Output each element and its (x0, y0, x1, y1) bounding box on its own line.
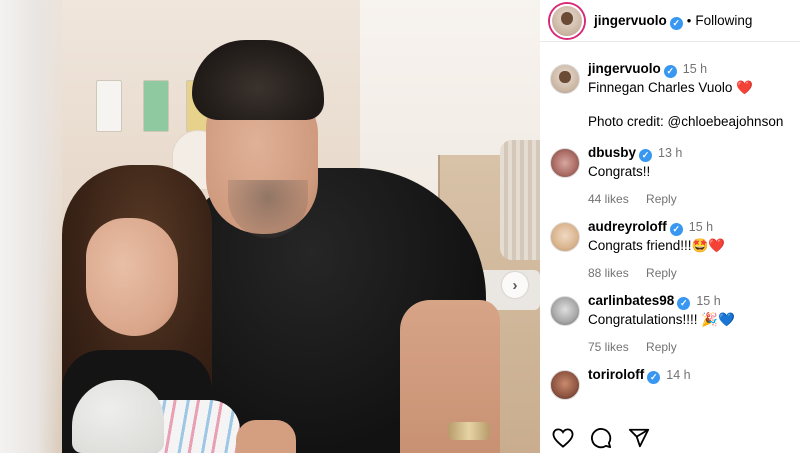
reply-button[interactable]: Reply (646, 340, 677, 354)
comment-bubble-icon[interactable] (590, 427, 612, 449)
avatar[interactable] (550, 64, 580, 94)
header-username[interactable]: jingervuolo (594, 13, 667, 28)
comment-item: toriroloff ✓ 14 h (550, 354, 790, 400)
man-hand (236, 420, 296, 453)
reply-button[interactable]: Reply (646, 192, 677, 206)
comment-username[interactable]: dbusby (588, 145, 636, 160)
comment-text-body: Congrats friend!!! (588, 238, 692, 253)
comment-text: Congrats!! (588, 164, 651, 179)
verified-badge-icon: ✓ (669, 16, 683, 30)
reply-button[interactable]: Reply (646, 266, 677, 280)
like-heart-icon[interactable] (552, 428, 574, 448)
comment-username[interactable]: audreyroloff (588, 219, 667, 234)
likes-count[interactable]: 44 likes (588, 192, 629, 206)
share-send-icon[interactable] (628, 427, 650, 449)
likes-count[interactable]: 75 likes (588, 340, 629, 354)
post-header: jingervuolo ✓ • Following (540, 0, 800, 42)
comment-item: audreyroloff ✓ 15 h Congrats friend!!!🤩❤️ … (550, 206, 790, 280)
emoji-icon: 🤩❤️ (691, 238, 726, 253)
comment-time[interactable]: 15 h (683, 62, 707, 76)
comment-username[interactable]: toriroloff (588, 367, 644, 382)
verified-badge-icon: ✓ (677, 296, 691, 310)
next-photo-button[interactable]: › (502, 272, 528, 298)
comment-username[interactable]: carlinbates98 (588, 293, 674, 308)
comment-time[interactable]: 13 h (658, 146, 682, 160)
verified-badge-icon: ✓ (663, 64, 677, 78)
comment-username[interactable]: jingervuolo (588, 61, 661, 76)
comment-text: Congrats friend!!!🤩❤️ (588, 236, 790, 256)
comment-text: Congratulations!!!! 🎉💙 (588, 310, 790, 330)
following-button[interactable]: Following (695, 13, 752, 28)
header-text: jingervuolo ✓ • Following (594, 12, 752, 30)
post-photo[interactable]: › (0, 0, 540, 453)
comment-meta: 75 likes Reply (588, 340, 790, 354)
heart-emoji-icon: ❤️ (736, 80, 753, 95)
wall-switch-green (143, 80, 169, 132)
wall-switch-white (96, 80, 122, 132)
caption-text-body: Finnegan Charles Vuolo (588, 80, 733, 95)
comment-time[interactable]: 15 h (689, 220, 713, 234)
separator-dot: • (686, 12, 692, 28)
comment-item: dbusby ✓ 13 h Congrats!! 44 likes Reply (550, 132, 790, 206)
avatar[interactable] (550, 3, 584, 38)
photo-credit: Photo credit: @chloebeajohnson (588, 114, 784, 129)
likes-count[interactable]: 88 likes (588, 266, 629, 280)
comment-meta: 88 likes Reply (588, 266, 790, 280)
avatar[interactable] (550, 296, 580, 326)
photo-edge-blur (0, 0, 62, 453)
comment-time[interactable]: 14 h (666, 368, 690, 382)
caption: jingervuolo ✓ 15 h Finnegan Charles Vuolo … (550, 42, 790, 132)
verified-badge-icon: ✓ (669, 222, 683, 236)
comments-panel: jingervuolo ✓ • Following jingervuolo ✓ 15 h … (540, 0, 800, 453)
avatar[interactable] (550, 222, 580, 252)
comment-time[interactable]: 15 h (696, 294, 720, 308)
action-bar (540, 423, 800, 453)
verified-badge-icon: ✓ (647, 370, 661, 384)
verified-badge-icon: ✓ (639, 148, 653, 162)
comment-meta: 44 likes Reply (588, 192, 790, 206)
comment-text-body: Congratulations!!!! (588, 312, 698, 327)
avatar[interactable] (550, 370, 580, 400)
comment-item: carlinbates98 ✓ 15 h Congratulations!!!! 🎉… (550, 280, 790, 354)
woman-face (86, 218, 178, 336)
watch (448, 422, 490, 440)
comments-list: jingervuolo ✓ 15 h Finnegan Charles Vuolo … (540, 42, 800, 400)
emoji-icon: 🎉💙 (701, 312, 735, 327)
caption-text: Finnegan Charles Vuolo ❤️ (588, 78, 790, 98)
pillow (500, 140, 540, 260)
avatar[interactable] (550, 148, 580, 178)
